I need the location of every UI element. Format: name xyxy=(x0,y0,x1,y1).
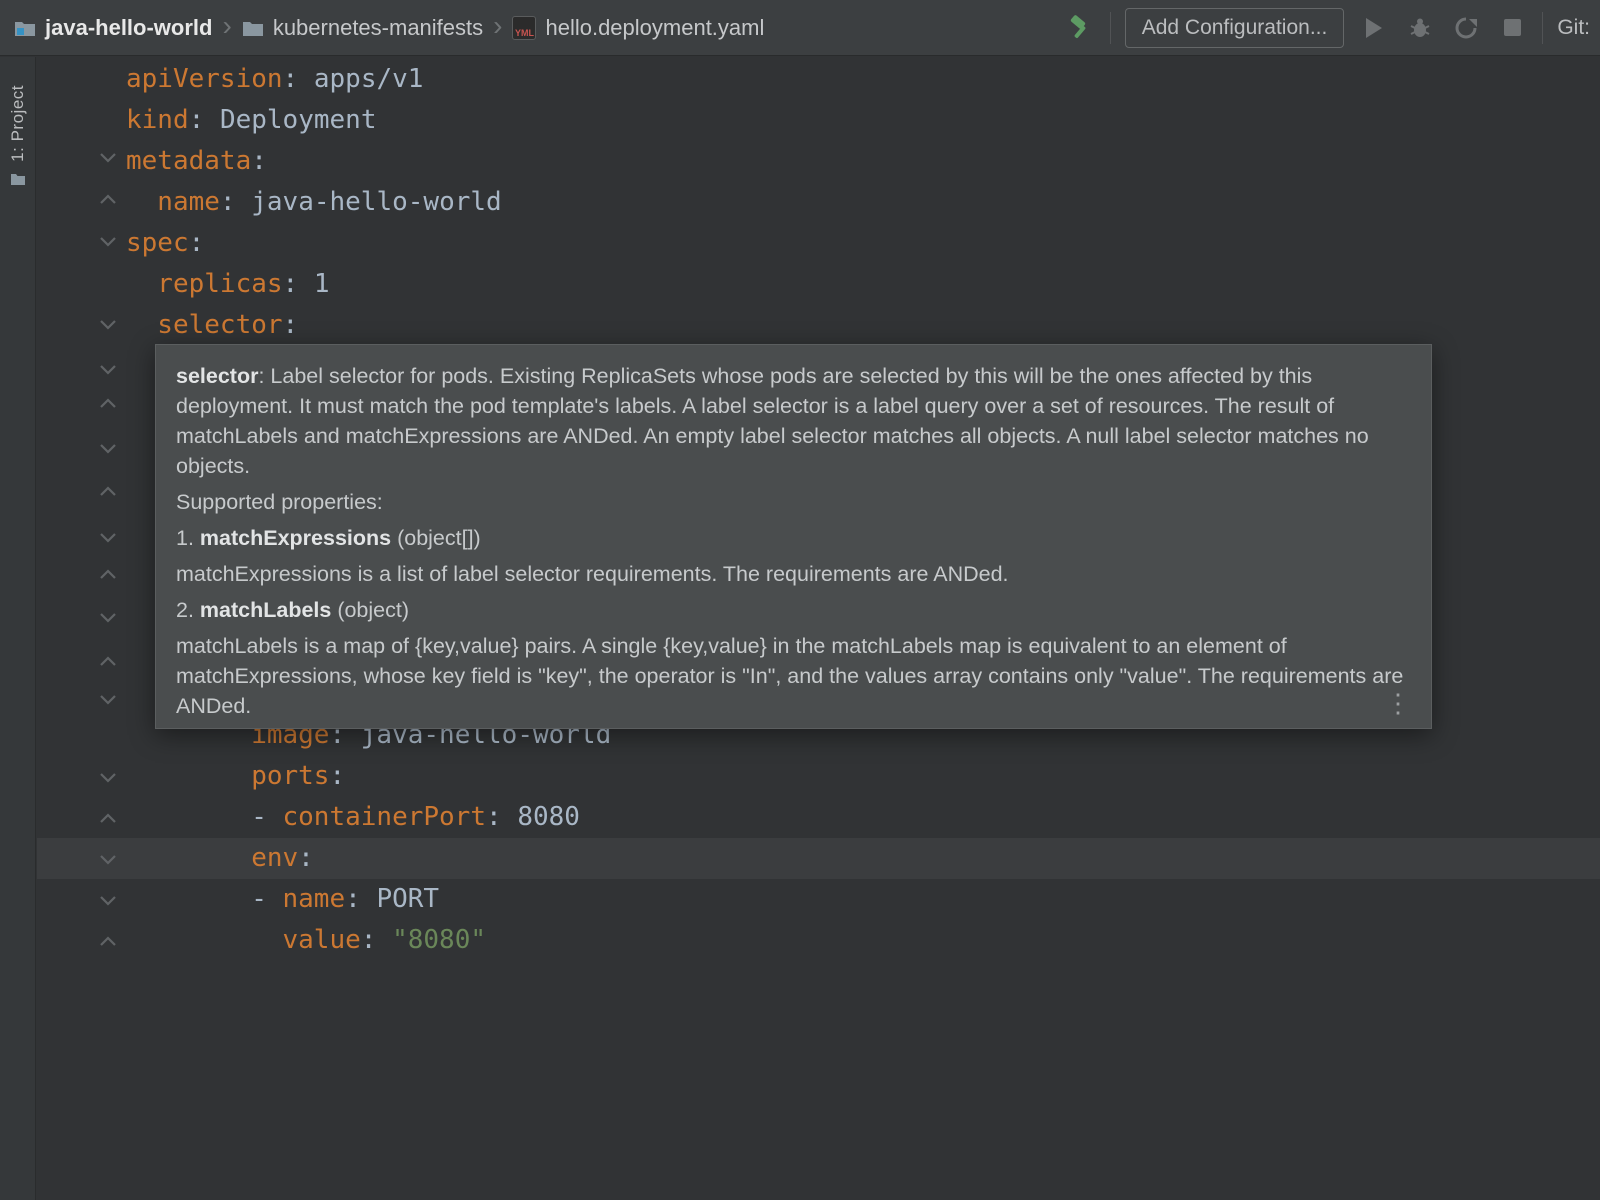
fold-collapse-icon[interactable] xyxy=(99,234,117,250)
breadcrumb-file[interactable]: YML hello.deployment.yaml xyxy=(512,15,764,41)
doc-paragraph: 2. matchLabels (object) xyxy=(176,595,1407,625)
debug-icon[interactable] xyxy=(1404,12,1436,44)
breadcrumb-folder-label: kubernetes-manifests xyxy=(273,15,483,41)
toolbar-divider xyxy=(1110,12,1111,44)
popup-more-options-icon[interactable]: ⋮ xyxy=(1385,690,1411,716)
code-line[interactable]: env: xyxy=(37,838,1600,879)
fold-collapse-icon[interactable] xyxy=(99,317,117,333)
documentation-popup-body: selector: Label selector for pods. Exist… xyxy=(176,361,1407,721)
breadcrumb-folder[interactable]: kubernetes-manifests xyxy=(242,15,483,41)
code-line[interactable]: ports: xyxy=(37,756,1600,797)
fold-expand-icon[interactable] xyxy=(99,567,117,583)
fold-collapse-icon[interactable] xyxy=(99,441,117,457)
fold-collapse-icon[interactable] xyxy=(99,150,117,166)
fold-expand-icon[interactable] xyxy=(99,396,117,412)
toolbar-divider xyxy=(1542,12,1543,44)
code-line[interactable]: metadata: xyxy=(37,141,1600,182)
breadcrumb-project[interactable]: java-hello-world xyxy=(14,15,212,41)
breadcrumb-separator-icon: › xyxy=(222,10,231,42)
breadcrumb-separator-icon: › xyxy=(493,10,502,42)
doc-paragraph: selector: Label selector for pods. Exist… xyxy=(176,361,1407,481)
fold-collapse-icon[interactable] xyxy=(99,362,117,378)
fold-expand-icon[interactable] xyxy=(99,934,117,950)
doc-paragraph: matchExpressions is a list of label sele… xyxy=(176,559,1407,589)
add-configuration-button[interactable]: Add Configuration... xyxy=(1125,8,1345,48)
documentation-popup: selector: Label selector for pods. Exist… xyxy=(155,344,1432,729)
stop-icon[interactable] xyxy=(1496,12,1528,44)
code-line[interactable]: - name: PORT xyxy=(37,879,1600,920)
yaml-file-icon: YML xyxy=(512,16,536,40)
doc-paragraph: matchLabels is a map of {key,value} pair… xyxy=(176,631,1407,721)
fold-expand-icon[interactable] xyxy=(99,192,117,208)
project-tool-window-icon xyxy=(10,172,26,186)
profiler-icon[interactable] xyxy=(1450,12,1482,44)
breadcrumb-file-label: hello.deployment.yaml xyxy=(545,15,764,41)
doc-paragraph: Supported properties: xyxy=(176,487,1407,517)
folder-icon xyxy=(242,19,264,37)
breadcrumb-project-label: java-hello-world xyxy=(45,15,212,41)
run-toolbar: Add Configuration... Git: xyxy=(1064,8,1600,48)
project-folder-icon xyxy=(14,19,36,37)
fold-collapse-icon[interactable] xyxy=(99,770,117,786)
navigation-bar: java-hello-world › kubernetes-manifests … xyxy=(0,0,1600,56)
code-line[interactable]: - containerPort: 8080 xyxy=(37,797,1600,838)
build-hammer-icon[interactable] xyxy=(1064,12,1096,44)
code-line[interactable]: value: "8080" xyxy=(37,920,1600,961)
project-tool-window-label: 1: Project xyxy=(8,85,28,162)
run-icon[interactable] xyxy=(1358,12,1390,44)
code-line[interactable]: name: java-hello-world xyxy=(37,182,1600,223)
fold-collapse-icon[interactable] xyxy=(99,530,117,546)
fold-collapse-icon[interactable] xyxy=(99,692,117,708)
code-line[interactable]: kind: Deployment xyxy=(37,100,1600,141)
fold-collapse-icon[interactable] xyxy=(99,610,117,626)
fold-expand-icon[interactable] xyxy=(99,811,117,827)
fold-collapse-icon[interactable] xyxy=(99,893,117,909)
code-line[interactable]: selector: xyxy=(37,305,1600,346)
code-line[interactable]: spec: xyxy=(37,223,1600,264)
project-tool-window-button[interactable]: 1: Project xyxy=(0,85,36,265)
fold-collapse-icon[interactable] xyxy=(99,852,117,868)
doc-paragraph: 1. matchExpressions (object[]) xyxy=(176,523,1407,553)
code-line[interactable]: replicas: 1 xyxy=(37,264,1600,305)
fold-expand-icon[interactable] xyxy=(99,654,117,670)
yaml-badge: YML xyxy=(515,27,534,39)
code-line[interactable]: apiVersion: apps/v1 xyxy=(37,59,1600,100)
fold-expand-icon[interactable] xyxy=(99,484,117,500)
git-branch-label[interactable]: Git: xyxy=(1557,16,1590,40)
tool-window-stripe: 1: Project xyxy=(0,57,36,1200)
